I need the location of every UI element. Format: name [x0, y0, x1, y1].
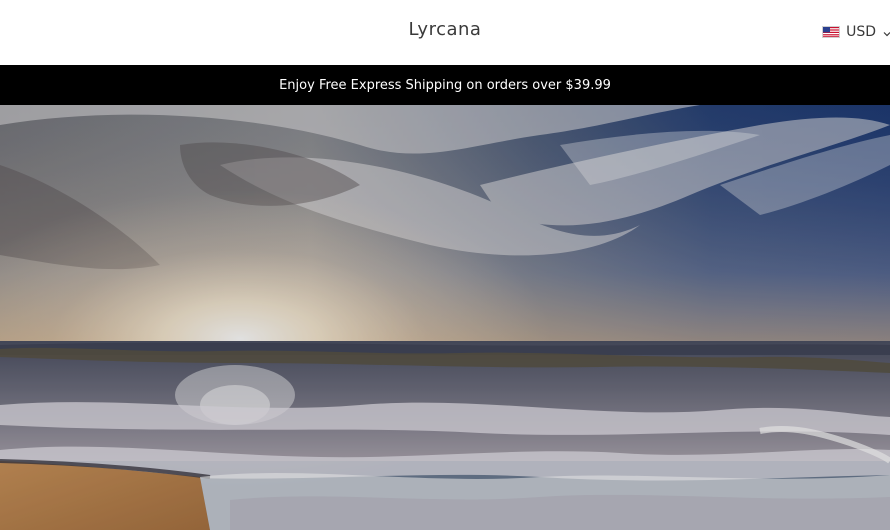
currency-selector[interactable]: USD: [822, 22, 890, 42]
hero-image: [0, 105, 890, 530]
hero-banner[interactable]: [0, 105, 890, 530]
store-logo[interactable]: Lyrcana: [0, 19, 890, 40]
site-header: Lyrcana USD: [0, 0, 890, 65]
currency-code: USD: [846, 24, 876, 40]
announcement-bar: Enjoy Free Express Shipping on orders ov…: [0, 65, 890, 105]
announcement-text: Enjoy Free Express Shipping on orders ov…: [279, 77, 611, 93]
us-flag-icon: [822, 26, 841, 38]
chevron-down-icon: [882, 27, 890, 37]
